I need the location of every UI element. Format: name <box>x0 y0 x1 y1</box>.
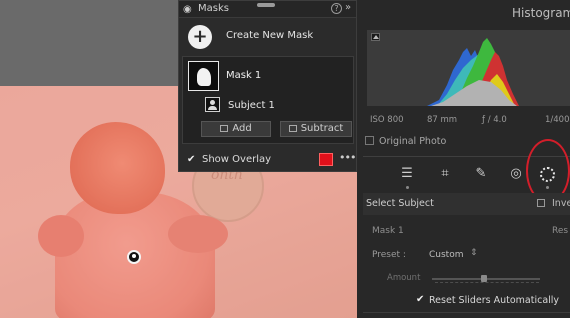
masks-panel: ◉ Masks ? » + Create New Mask Mask 1 Sub… <box>178 0 357 172</box>
add-button[interactable]: Add <box>201 121 271 137</box>
show-overlay-label: Show Overlay <box>202 154 272 165</box>
subtract-button[interactable]: Subtract <box>280 121 352 137</box>
shadow-clipping-icon[interactable] <box>371 33 380 41</box>
exif-shutter: 1/400 <box>545 115 570 125</box>
amount-slider-thumb[interactable] <box>481 275 487 282</box>
histogram-title[interactable]: Histogram <box>512 6 570 20</box>
sliders-icon[interactable]: ☰ <box>399 166 415 182</box>
subtract-label: Subtract <box>300 123 344 134</box>
show-overlay-checkbox[interactable]: ✔ <box>187 154 195 165</box>
overlay-color-swatch[interactable] <box>319 153 333 166</box>
dropdown-caret-icon[interactable]: ⇕ <box>470 248 478 258</box>
masks-panel-header[interactable]: ◉ Masks ? » <box>179 1 356 18</box>
bandage-icon[interactable]: ✎ <box>473 166 489 182</box>
eye-icon[interactable]: ◉ <box>183 4 192 15</box>
crop-icon[interactable]: ⌗ <box>437 166 453 182</box>
mask-pin-icon[interactable] <box>127 250 141 264</box>
person-icon[interactable] <box>205 97 220 112</box>
histogram-svg <box>427 38 519 106</box>
reset-button[interactable]: Res <box>552 226 568 236</box>
collapse-icon[interactable]: » <box>345 2 351 13</box>
subtract-icon <box>288 125 297 132</box>
masks-panel-title: Masks <box>198 3 229 14</box>
subject-component-name[interactable]: Subject 1 <box>228 100 275 111</box>
exif-iso: ISO 800 <box>370 115 404 125</box>
eye-icon[interactable]: ◎ <box>508 166 524 182</box>
add-label: Add <box>232 123 252 134</box>
preset-dropdown[interactable]: Custom <box>429 250 463 260</box>
create-new-mask-button[interactable]: + Create New Mask <box>179 19 356 55</box>
active-dot <box>406 186 409 189</box>
add-icon <box>220 125 229 132</box>
select-subject-title: Select Subject <box>366 198 434 209</box>
reset-sliders-label: Reset Sliders Automatically <box>429 295 560 306</box>
right-panel: Histogram ISO 800 87 mm ƒ / 4.0 1/400 Or… <box>357 0 570 318</box>
mask-name[interactable]: Mask 1 <box>226 70 261 81</box>
mask-label: Mask 1 <box>372 226 404 236</box>
show-overlay-row: ✔ Show Overlay ••• <box>179 149 356 171</box>
preset-label: Preset : <box>372 250 406 260</box>
drag-handle[interactable] <box>257 3 275 7</box>
amount-label: Amount <box>387 273 421 283</box>
subject-silhouette-icon <box>197 68 211 86</box>
original-photo-toggle[interactable]: Original Photo <box>365 136 446 147</box>
exif-aperture: ƒ / 4.0 <box>482 115 507 125</box>
plus-icon[interactable]: + <box>188 25 212 49</box>
invert-checkbox[interactable] <box>537 199 545 207</box>
original-photo-checkbox[interactable] <box>365 136 374 145</box>
histogram-graph <box>367 30 570 106</box>
divider-line <box>363 312 570 313</box>
reset-sliders-checkbox[interactable]: ✔ <box>416 294 424 305</box>
create-new-mask-label: Create New Mask <box>226 30 314 41</box>
original-photo-label: Original Photo <box>379 136 447 147</box>
exif-focal-length: 87 mm <box>427 115 458 125</box>
mask-item[interactable]: Mask 1 Subject 1 Add Subtract <box>182 56 354 144</box>
mask-thumbnail[interactable] <box>188 61 219 91</box>
more-options-icon[interactable]: ••• <box>339 151 356 164</box>
invert-label: Inve <box>552 198 570 209</box>
amount-slider-ticks <box>435 282 539 285</box>
help-icon[interactable]: ? <box>331 3 342 14</box>
